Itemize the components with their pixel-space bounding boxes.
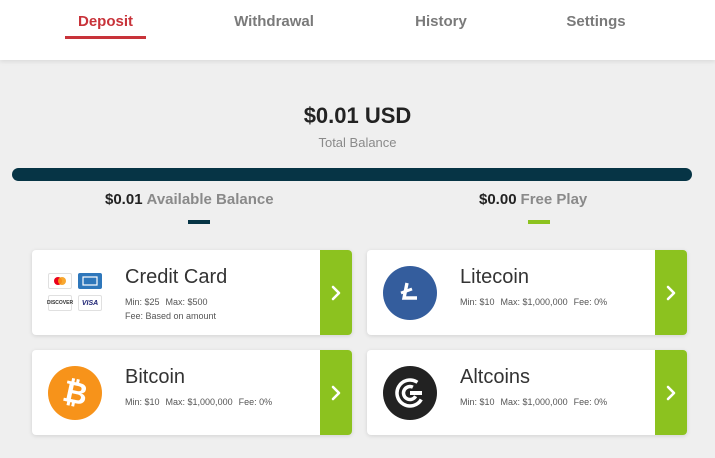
available-balance-marker: [188, 220, 210, 224]
amex-icon: [78, 273, 102, 289]
litecoin-min: Min: $10: [460, 297, 495, 307]
free-play-label: Free Play: [520, 191, 588, 208]
litecoin-arrow-button[interactable]: [655, 250, 687, 335]
tab-active-underline: [65, 36, 146, 39]
credit-card-limits: Min: $25 Max: $500 Fee: Based on amount: [125, 295, 222, 323]
bitcoin-glyph: ₿: [59, 373, 91, 413]
bitcoin-max: Max: $1,000,000: [165, 397, 233, 407]
tab-withdrawal[interactable]: Withdrawal: [222, 13, 326, 30]
altcoins-title: Altcoins: [460, 366, 531, 388]
altcoins-max: Max: $1,000,000: [500, 397, 568, 407]
total-balance-label: Total Balance: [318, 135, 397, 150]
litecoin-max: Max: $1,000,000: [500, 297, 568, 307]
bitcoin-method[interactable]: ₿ Bitcoin Min: $10 Max: $1,000,000 Fee: 0%: [32, 350, 352, 435]
bitcoin-title: Bitcoin: [125, 366, 186, 388]
balance-bar: [12, 168, 692, 181]
tab-deposit[interactable]: Deposit: [65, 13, 146, 30]
credit-card-max: Max: $500: [165, 297, 208, 307]
altcoins-icon: [383, 366, 437, 420]
bitcoin-min: Min: $10: [125, 397, 160, 407]
credit-card-logos-icon: DISCOVER VISA: [47, 271, 104, 315]
bitcoin-icon: ₿: [48, 366, 102, 420]
credit-card-method[interactable]: DISCOVER VISA Credit Card Min: $25 Max: $…: [32, 250, 352, 335]
litecoin-title: Litecoin: [460, 266, 529, 288]
litecoin-limits: Min: $10 Max: $1,000,000 Fee: 0%: [460, 295, 613, 309]
bitcoin-fee: Fee: 0%: [238, 397, 273, 407]
credit-card-arrow-button[interactable]: [320, 250, 352, 335]
total-balance-amount: $0.01 USD: [303, 103, 412, 128]
credit-card-title: Credit Card: [125, 266, 228, 288]
free-play-marker: [528, 220, 550, 224]
credit-card-fee: Fee: Based on amount: [125, 311, 217, 321]
bitcoin-limits: Min: $10 Max: $1,000,000 Fee: 0%: [125, 395, 278, 409]
credit-card-min: Min: $25: [125, 297, 160, 307]
bitcoin-arrow-button[interactable]: [320, 350, 352, 435]
available-balance: $0.01 Available Balance: [105, 191, 274, 208]
free-play-balance: $0.00 Free Play: [479, 191, 587, 208]
available-balance-label: Available Balance: [146, 191, 274, 208]
litecoin-method[interactable]: Litecoin Min: $10 Max: $1,000,000 Fee: 0%: [367, 250, 687, 335]
chevron-right-icon: [331, 385, 341, 400]
altcoins-min: Min: $10: [460, 397, 495, 407]
visa-icon: VISA: [78, 295, 102, 311]
discover-icon: DISCOVER: [47, 295, 73, 311]
mastercard-icon: [48, 273, 72, 289]
tab-history[interactable]: History: [404, 13, 478, 30]
chevron-right-icon: [666, 285, 676, 300]
tab-bar: Deposit Withdrawal History Settings: [0, 0, 715, 60]
altcoins-method[interactable]: Altcoins Min: $10 Max: $1,000,000 Fee: 0%: [367, 350, 687, 435]
available-balance-amount: $0.01: [105, 191, 143, 208]
free-play-amount: $0.00: [479, 191, 517, 208]
altcoins-fee: Fee: 0%: [573, 397, 608, 407]
tab-settings[interactable]: Settings: [558, 13, 634, 30]
altcoins-limits: Min: $10 Max: $1,000,000 Fee: 0%: [460, 395, 613, 409]
chevron-right-icon: [331, 285, 341, 300]
chevron-right-icon: [666, 385, 676, 400]
litecoin-icon: [383, 266, 437, 320]
litecoin-fee: Fee: 0%: [573, 297, 608, 307]
altcoins-arrow-button[interactable]: [655, 350, 687, 435]
